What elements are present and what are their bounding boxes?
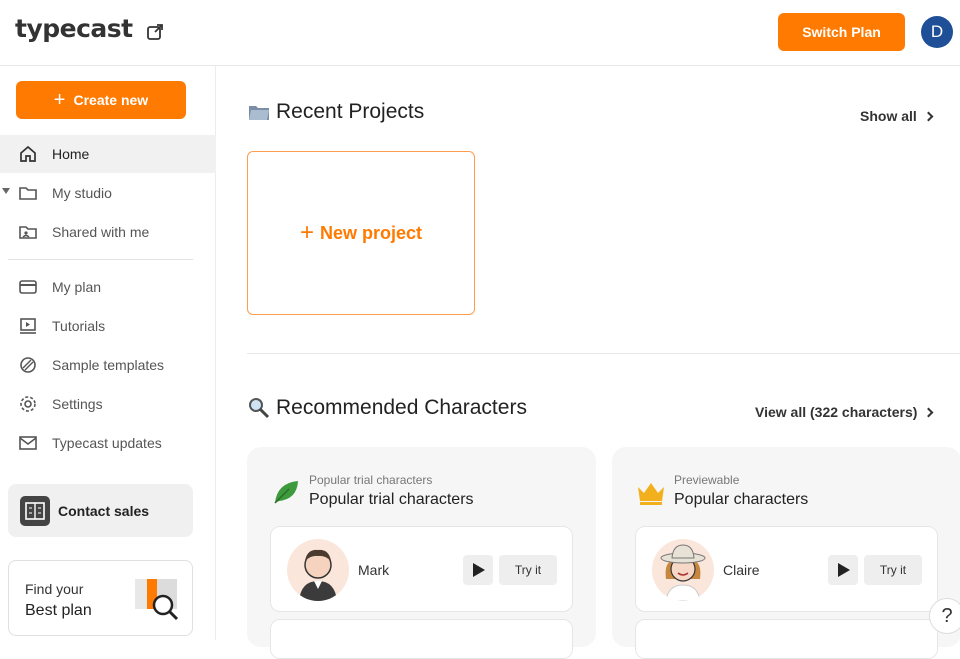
sidebar-item-label: My studio: [52, 185, 112, 201]
recent-projects-heading: Recent Projects: [248, 100, 424, 124]
create-new-label: Create new: [73, 92, 149, 108]
character-name: Claire: [723, 562, 760, 578]
show-all-link[interactable]: Show all: [860, 108, 934, 124]
sidebar-item-updates[interactable]: Typecast updates: [0, 424, 216, 462]
sidebar-item-my-plan[interactable]: My plan: [0, 268, 216, 306]
main-content: Recent Projects Show all + New project R…: [216, 66, 960, 659]
contact-sales-button[interactable]: Contact sales: [8, 484, 193, 537]
mail-icon: [19, 436, 37, 450]
top-header: typecast Switch Plan D: [0, 0, 960, 66]
character-avatar: [652, 539, 714, 601]
character-card-popular: Previewable Popular characters Claire Tr…: [612, 447, 960, 659]
play-button[interactable]: [828, 555, 858, 585]
expand-caret-icon[interactable]: [2, 188, 10, 194]
character-avatar: [287, 539, 349, 601]
new-project-button[interactable]: + New project: [247, 151, 475, 315]
view-all-characters-link[interactable]: View all (322 characters): [755, 404, 934, 420]
contact-sales-label: Contact sales: [58, 503, 150, 519]
magnifier-chart-icon: [135, 579, 179, 621]
gear-icon: [20, 396, 36, 412]
best-plan-line2: Best plan: [25, 602, 92, 619]
home-icon: [20, 145, 36, 162]
sidebar-item-shared[interactable]: Shared with me: [0, 213, 216, 251]
section-divider: [247, 353, 960, 354]
card-title: Popular characters: [674, 491, 809, 508]
help-button[interactable]: ?: [929, 598, 960, 634]
try-it-button[interactable]: Try it: [499, 555, 557, 585]
card-subtitle: Popular trial characters: [309, 473, 433, 487]
recommended-heading: Recommended Characters: [248, 396, 527, 420]
chevron-right-icon: [923, 407, 934, 417]
video-icon: [20, 318, 36, 334]
sidebar-item-label: Typecast updates: [52, 435, 162, 451]
sidebar-item-sample-templates[interactable]: Sample templates: [0, 346, 216, 384]
sidebar-item-settings[interactable]: Settings: [0, 385, 216, 423]
character-card-trial: Popular trial characters Popular trial c…: [247, 447, 596, 659]
character-row[interactable]: Claire Try it: [635, 526, 938, 612]
folder-icon: [19, 187, 37, 200]
recent-projects-title: Recent Projects: [276, 100, 425, 123]
character-row[interactable]: [635, 619, 938, 659]
card-title: Popular trial characters: [309, 491, 474, 508]
sidebar-item-label: Home: [52, 146, 90, 162]
card-icon: [19, 280, 37, 294]
sidebar-divider: [8, 259, 193, 260]
chevron-right-icon: [923, 111, 934, 121]
plus-icon: +: [53, 89, 66, 111]
best-plan-line1: Find your: [25, 581, 84, 597]
switch-plan-button[interactable]: Switch Plan: [778, 13, 905, 51]
shared-folder-icon: [19, 226, 37, 239]
sidebar-item-my-studio[interactable]: My studio: [0, 174, 216, 212]
magnifier-emoji-icon: [249, 398, 270, 419]
recommended-title: Recommended Characters: [276, 396, 527, 419]
sidebar-item-label: My plan: [52, 279, 102, 295]
plus-icon: +: [299, 219, 314, 246]
character-name: Mark: [358, 562, 390, 578]
sidebar-item-label: Sample templates: [52, 357, 165, 373]
sidebar: + Create new Home My studio Shared with …: [0, 66, 216, 640]
leaf-icon: [274, 481, 298, 504]
try-it-button[interactable]: Try it: [864, 555, 922, 585]
show-all-label: Show all: [860, 108, 917, 124]
view-all-label: View all (322 characters): [755, 404, 918, 420]
typecast-logo[interactable]: typecast: [15, 14, 133, 43]
folder-emoji-icon: [249, 106, 269, 120]
external-link-icon[interactable]: [146, 23, 164, 41]
character-row[interactable]: Mark Try it: [270, 526, 573, 612]
sidebar-item-tutorials[interactable]: Tutorials: [0, 307, 216, 345]
sidebar-item-label: Tutorials: [52, 318, 106, 334]
crown-icon: [638, 483, 664, 505]
best-plan-card[interactable]: Find your Best plan: [8, 560, 193, 636]
sidebar-item-home[interactable]: Home: [0, 135, 216, 173]
create-new-button[interactable]: + Create new: [16, 81, 186, 119]
template-icon: [20, 357, 36, 373]
user-avatar[interactable]: D: [921, 16, 953, 48]
sidebar-item-label: Shared with me: [52, 224, 150, 240]
card-subtitle: Previewable: [674, 473, 740, 487]
building-icon: [20, 496, 50, 526]
character-row[interactable]: [270, 619, 573, 659]
sidebar-item-label: Settings: [52, 396, 103, 412]
new-project-label: New project: [319, 222, 423, 243]
play-button[interactable]: [463, 555, 493, 585]
